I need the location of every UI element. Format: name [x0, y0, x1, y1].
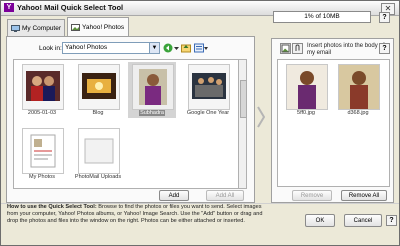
- folder-thumbnail-image: [22, 64, 64, 110]
- scrollbar-thumb[interactable]: [240, 80, 247, 118]
- look-in-label: Look in:: [39, 45, 62, 52]
- thumbnail-label: Subhadra: [139, 110, 165, 116]
- file-thumbnail-image: [338, 64, 380, 110]
- quick-select-window: Y Yahoo! Mail Quick Select Tool ✕ My Com…: [0, 0, 400, 246]
- thumbnail-label: Google One Year: [186, 110, 230, 116]
- thumbnail-label: PhotoMail Uploads: [74, 174, 122, 180]
- thumbnail-label: 2005-01-03: [27, 110, 57, 116]
- thumbnail-scrollbar[interactable]: [238, 59, 247, 189]
- thumbnail-item[interactable]: PhotoMail Uploads: [74, 126, 122, 182]
- help-button[interactable]: ?: [379, 12, 390, 23]
- chevron-down-icon: ▼: [149, 43, 159, 53]
- go-dropdown-icon[interactable]: [174, 43, 179, 53]
- arrow-right-icon: [257, 106, 265, 128]
- remove-all-button[interactable]: Remove All: [341, 190, 387, 201]
- ok-button[interactable]: OK: [305, 214, 335, 227]
- help-button-insert[interactable]: ?: [379, 43, 390, 54]
- look-in-select[interactable]: Yahoo! Photos ▼: [62, 42, 160, 54]
- tab-label: My Computer: [22, 25, 62, 32]
- selected-files-list[interactable]: 5ff0.jpg d368.jpg: [277, 59, 390, 187]
- folder-thumbnail-image: [78, 64, 120, 110]
- folder-thumbnail-image: [22, 128, 64, 174]
- folder-thumbnail-image: [188, 64, 230, 110]
- go-back-icon[interactable]: [163, 43, 173, 53]
- file-label: 5ff0.jpg: [297, 110, 315, 116]
- how-to-text: How to use the Quick Select Tool: Browse…: [7, 204, 265, 224]
- add-all-button[interactable]: Add All: [206, 190, 244, 201]
- tab-yahoo-photos[interactable]: Yahoo! Photos: [67, 17, 129, 36]
- tab-my-computer[interactable]: My Computer: [7, 19, 65, 36]
- cancel-button[interactable]: Cancel: [344, 214, 382, 227]
- help-button-footer[interactable]: ?: [386, 215, 397, 226]
- paperclip-icon: [295, 44, 300, 51]
- thumbnail-item[interactable]: 2005-01-03: [18, 62, 66, 118]
- tab-label: Yahoo! Photos: [82, 24, 125, 31]
- remove-button[interactable]: Remove: [292, 190, 332, 201]
- insert-photo-icon: [281, 44, 290, 53]
- thumbnail-label: My Photos: [29, 174, 55, 180]
- thumbnail-item-selected[interactable]: Subhadra: [128, 62, 176, 118]
- attachment-size-indicator: 1% of 10MB: [273, 11, 371, 23]
- look-in-value: Yahoo! Photos: [65, 44, 108, 51]
- selected-file-item[interactable]: 5ff0.jpg: [282, 62, 330, 118]
- up-folder-icon[interactable]: [181, 43, 191, 53]
- computer-icon: [11, 25, 20, 32]
- add-button[interactable]: Add: [159, 190, 189, 201]
- yahoo-logo-icon: Y: [4, 3, 14, 12]
- view-menu-icon[interactable]: [194, 43, 208, 53]
- thumbnail-item[interactable]: Google One Year: [184, 62, 232, 118]
- attach-mode-button[interactable]: [292, 43, 303, 54]
- file-thumbnail-image: [286, 64, 328, 110]
- photos-icon: [71, 24, 80, 31]
- folder-thumbnail-image: [132, 64, 174, 110]
- selected-file-item[interactable]: d368.jpg: [334, 62, 382, 118]
- thumbnail-item[interactable]: Blog: [74, 62, 122, 118]
- window-title: Yahoo! Mail Quick Select Tool: [17, 3, 124, 12]
- how-to-heading: How to use the Quick Select Tool:: [7, 204, 97, 210]
- insert-mode-button[interactable]: [280, 43, 291, 54]
- thumbnail-grid[interactable]: 2005-01-03 Blog Subhadra Google One Year…: [13, 59, 239, 189]
- thumbnail-label: Blog: [92, 110, 104, 116]
- folder-thumbnail-image: [78, 128, 120, 174]
- thumbnail-item[interactable]: My Photos: [18, 126, 66, 182]
- insert-instructions: Insert photos into the body of my email: [307, 43, 385, 56]
- file-label: d368.jpg: [347, 110, 369, 116]
